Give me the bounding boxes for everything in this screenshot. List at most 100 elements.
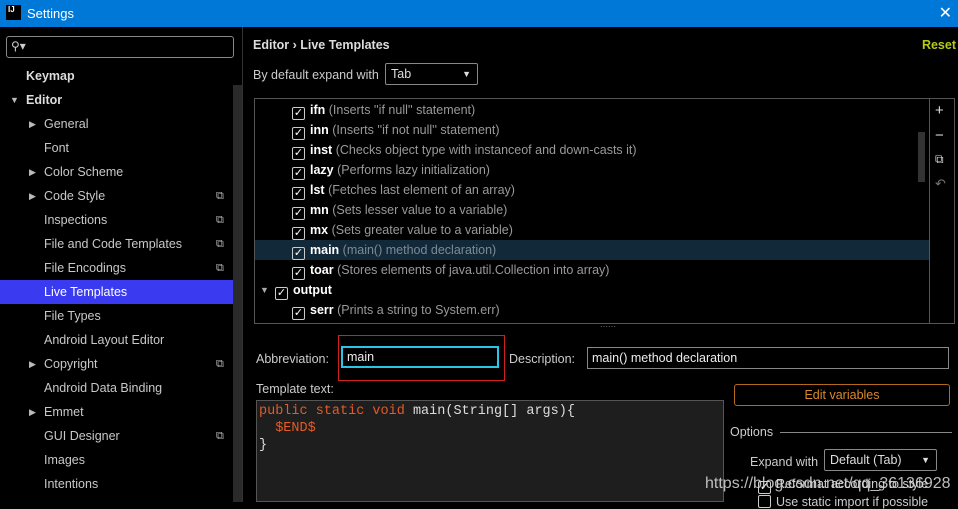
checkbox[interactable]: ✓ bbox=[292, 207, 305, 220]
expand-value: Tab bbox=[391, 67, 412, 81]
code-text: main(String[] args){ bbox=[412, 404, 575, 419]
expand-label: By default expand with bbox=[253, 68, 379, 82]
sidebar-item-label: Font bbox=[44, 141, 70, 155]
option-static-label: Use static import if possible bbox=[776, 495, 929, 509]
description-label: Description: bbox=[509, 352, 575, 366]
template-description: (Inserts ''if not null'' statement) bbox=[332, 123, 500, 137]
option-static-import[interactable]: Use static import if possible bbox=[758, 495, 928, 509]
remove-icon[interactable]: − bbox=[935, 127, 944, 144]
checkbox[interactable]: ✓ bbox=[292, 107, 305, 120]
sidebar-scrollbar[interactable] bbox=[233, 85, 242, 502]
add-icon[interactable]: + bbox=[935, 102, 944, 119]
edit-variables-button[interactable]: Edit variables bbox=[734, 384, 950, 406]
list-scrollbar[interactable] bbox=[918, 132, 925, 182]
abbreviation-label: Abbreviation: bbox=[256, 352, 329, 366]
sidebar-item[interactable]: ▼ Editor bbox=[0, 88, 233, 112]
template-abbreviation: mn bbox=[310, 203, 329, 217]
expand-with-select[interactable]: Default (Tab) ▼ bbox=[824, 449, 937, 471]
sidebar-item-label: Keymap bbox=[26, 69, 75, 83]
checkbox[interactable]: ✓ bbox=[292, 147, 305, 160]
sidebar-item[interactable]: Inspections ⧉ bbox=[0, 208, 233, 232]
sidebar-item[interactable]: Android Layout Editor bbox=[0, 328, 233, 352]
sidebar-item[interactable]: Android Data Binding bbox=[0, 376, 233, 400]
template-row[interactable]: ✓ ifn (Inserts ''if null'' statement) bbox=[255, 100, 929, 120]
template-row[interactable]: ✓ toar (Stores elements of java.util.Coll… bbox=[255, 260, 929, 280]
sidebar-item[interactable]: File and Code Templates ⧉ bbox=[0, 232, 233, 256]
expand-select[interactable]: Tab ▼ bbox=[385, 63, 478, 85]
list-toolbar: + − ⧉ ↶ bbox=[930, 98, 955, 324]
sidebar-item[interactable]: Live Templates bbox=[0, 280, 233, 304]
code-line: } bbox=[259, 437, 721, 454]
abbreviation-input[interactable] bbox=[341, 346, 499, 368]
template-row[interactable]: ✓ inn (Inserts ''if not null'' statement) bbox=[255, 120, 929, 140]
sidebar-item[interactable]: Font bbox=[0, 136, 233, 160]
collapsed-arrow-icon[interactable]: ▶ bbox=[29, 352, 36, 376]
collapsed-arrow-icon[interactable]: ▶ bbox=[29, 160, 36, 184]
template-group[interactable]: ▼ ✓ output bbox=[255, 280, 929, 300]
checkbox[interactable]: ✓ bbox=[292, 307, 305, 320]
app-logo: IJ bbox=[6, 5, 21, 20]
template-row[interactable]: ✓ mx (Sets greater value to a variable) bbox=[255, 220, 929, 240]
template-row[interactable]: ✓ lazy (Performs lazy initialization) bbox=[255, 160, 929, 180]
restore-icon[interactable]: ↶ bbox=[935, 176, 946, 192]
checkbox[interactable]: ✓ bbox=[275, 287, 288, 300]
collapsed-arrow-icon[interactable]: ▶ bbox=[29, 184, 36, 208]
sidebar-item[interactable]: ▶ Emmet bbox=[0, 400, 233, 424]
template-row[interactable]: ✓ main (main() method declaration) bbox=[255, 240, 929, 260]
sidebar-item[interactable]: File Encodings ⧉ bbox=[0, 256, 233, 280]
sidebar-item[interactable]: ▶ Code Style ⧉ bbox=[0, 184, 233, 208]
code-line: public static void main(String[] args){ bbox=[259, 403, 721, 420]
project-copy-icon: ⧉ bbox=[216, 190, 224, 202]
collapsed-arrow-icon[interactable]: ▶ bbox=[29, 112, 36, 136]
watermark: https://blog.csdn.net/qq_36136928 bbox=[705, 475, 951, 492]
template-row[interactable]: ✓ inst (Checks object type with instanceo… bbox=[255, 140, 929, 160]
reset-link[interactable]: Reset bbox=[922, 38, 956, 52]
window-title: Settings bbox=[27, 6, 74, 21]
checkbox[interactable]: ✓ bbox=[292, 187, 305, 200]
template-abbreviation: toar bbox=[310, 263, 334, 277]
sidebar-item-label: Code Style bbox=[44, 189, 106, 203]
template-abbreviation: inst bbox=[310, 143, 333, 157]
expand-with-label: Expand with bbox=[750, 455, 819, 469]
sidebar-item-label: General bbox=[44, 117, 89, 131]
template-row[interactable]: ✓ mn (Sets lesser value to a variable) bbox=[255, 200, 929, 220]
project-copy-icon: ⧉ bbox=[216, 238, 224, 250]
splitter-handle[interactable]: ⋯⋯ bbox=[600, 322, 616, 331]
template-editor[interactable]: public static void main(String[] args){ … bbox=[256, 400, 724, 502]
template-description: (Fetches last element of an array) bbox=[328, 183, 515, 197]
sidebar-item[interactable]: GUI Designer ⧉ bbox=[0, 424, 233, 448]
expanded-arrow-icon[interactable]: ▼ bbox=[260, 280, 269, 300]
sidebar: ⚲▾ Keymap ▼ Editor ▶ General Font ▶ Color Schem… bbox=[0, 27, 243, 502]
checkbox[interactable]: ✓ bbox=[292, 227, 305, 240]
sidebar-item[interactable]: ▶ General bbox=[0, 112, 233, 136]
template-description: (Sets greater value to a variable) bbox=[331, 223, 513, 237]
close-button[interactable]: ✕ bbox=[939, 3, 952, 23]
sidebar-item[interactable]: Intentions bbox=[0, 472, 233, 496]
template-row[interactable]: ✓ lst (Fetches last element of an array) bbox=[255, 180, 929, 200]
sidebar-item[interactable]: ▶ Color Scheme bbox=[0, 160, 233, 184]
expanded-arrow-icon[interactable]: ▼ bbox=[10, 88, 19, 112]
description-input[interactable] bbox=[587, 347, 949, 369]
template-row[interactable]: ✓ serr (Prints a string to System.err) bbox=[255, 300, 929, 320]
template-abbreviation: lst bbox=[310, 183, 325, 197]
sidebar-item[interactable]: Keymap bbox=[0, 64, 233, 88]
template-abbreviation: ifn bbox=[310, 103, 326, 117]
project-copy-icon: ⧉ bbox=[216, 262, 224, 274]
checkbox[interactable]: ✓ bbox=[292, 267, 305, 280]
options-label: Options bbox=[730, 425, 774, 439]
checkbox[interactable]: ✓ bbox=[292, 127, 305, 140]
copy-icon[interactable]: ⧉ bbox=[935, 152, 944, 167]
collapsed-arrow-icon[interactable]: ▶ bbox=[29, 400, 36, 424]
template-abbreviation: serr bbox=[310, 303, 334, 317]
sidebar-item-label: Inspections bbox=[44, 213, 108, 227]
template-abbreviation: main bbox=[310, 243, 340, 257]
sidebar-item[interactable]: Images bbox=[0, 448, 233, 472]
checkbox[interactable]: ✓ bbox=[292, 167, 305, 180]
sidebar-item-label: Editor bbox=[26, 93, 63, 107]
sidebar-item[interactable]: File Types bbox=[0, 304, 233, 328]
code-line: $END$ bbox=[259, 420, 721, 437]
template-description: (Stores elements of java.util.Collection… bbox=[337, 263, 610, 277]
sidebar-item[interactable]: ▶ Copyright ⧉ bbox=[0, 352, 233, 376]
search-input[interactable]: ⚲▾ bbox=[6, 36, 234, 58]
checkbox[interactable]: ✓ bbox=[292, 247, 305, 260]
